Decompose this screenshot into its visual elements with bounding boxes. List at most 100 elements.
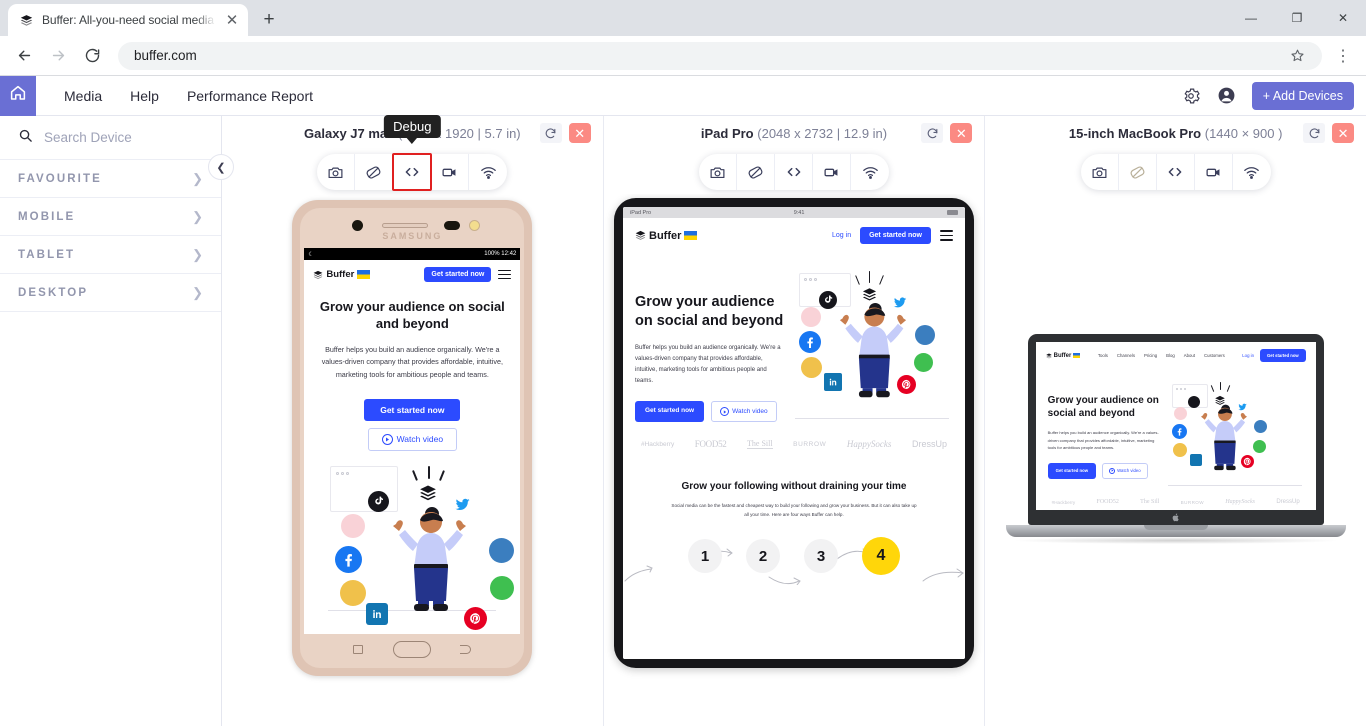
buffer-logo[interactable]: Buffer	[1046, 353, 1081, 359]
nav-link-blog[interactable]: Blog	[1166, 353, 1175, 358]
screenshot-icon[interactable]	[317, 154, 356, 190]
window-minimize-button[interactable]: —	[1228, 0, 1274, 36]
nav-link-about[interactable]: About	[1184, 353, 1195, 358]
nav-link-channels[interactable]: Channels	[1117, 353, 1135, 358]
debug-code-icon[interactable]	[775, 154, 813, 190]
nav-get-started-button[interactable]: Get started now	[860, 227, 931, 244]
search-device-row	[0, 116, 221, 160]
watch-video-label: Watch video	[732, 408, 768, 416]
sidebar-item-mobile[interactable]: MOBILE ❯	[0, 198, 221, 236]
back-button[interactable]	[8, 40, 40, 72]
sidebar-item-favourite[interactable]: FAVOURITE ❯	[0, 160, 221, 198]
buffer-logo[interactable]: Buffer	[635, 229, 698, 242]
close-device-button[interactable]: ✕	[568, 123, 591, 143]
rotate-device-button[interactable]	[921, 123, 944, 143]
debug-code-icon[interactable]	[392, 153, 433, 191]
rotate-device-button[interactable]	[1303, 123, 1326, 143]
light-sensor	[469, 220, 481, 231]
record-video-icon[interactable]	[431, 154, 470, 190]
logo-food52: FOOD52	[694, 439, 727, 449]
forward-button[interactable]	[42, 40, 74, 72]
address-bar[interactable]: buffer.com	[118, 41, 1322, 70]
menu-item-media[interactable]: Media	[50, 77, 116, 115]
ipad-status-bar: iPad Pro 9:41	[623, 207, 965, 218]
screenshot-icon[interactable]	[1081, 154, 1119, 190]
window-close-button[interactable]: ✕	[1320, 0, 1366, 36]
hero-get-started-button[interactable]: Get started now	[635, 401, 705, 423]
search-input[interactable]	[44, 130, 203, 145]
device-toolbar-galaxy	[317, 153, 508, 191]
hero-get-started-button[interactable]: Get started now	[1047, 462, 1097, 479]
nav-link-tools[interactable]: Tools	[1098, 353, 1108, 358]
login-link[interactable]: Log in	[832, 232, 851, 239]
device-name-galaxy: Galaxy J7 max	[304, 125, 395, 141]
menu-item-help[interactable]: Help	[116, 77, 173, 115]
pinterest-bubble	[464, 606, 488, 630]
sidebar-item-desktop[interactable]: DESKTOP ❯	[0, 274, 221, 312]
hero-get-started-button[interactable]: Get started now	[364, 398, 461, 421]
gear-icon[interactable]	[1180, 85, 1202, 107]
illus-card-dots	[804, 278, 817, 281]
site-nav-mobile: Buffer Get started now	[304, 260, 520, 289]
brand-text: Buffer	[649, 229, 682, 242]
login-link[interactable]: Log in	[1242, 353, 1254, 358]
app-header: Media Help Performance Report + Add Devi…	[0, 75, 1366, 116]
front-camera-icon	[352, 220, 364, 231]
add-devices-button[interactable]: + Add Devices	[1251, 81, 1354, 110]
user-icon[interactable]	[1216, 85, 1238, 107]
network-throttle-icon[interactable]	[469, 154, 507, 190]
messenger-bubble	[1253, 420, 1267, 433]
battery-icon	[946, 210, 958, 215]
step-circle-1: 1	[688, 539, 722, 574]
sidebar-collapse-button[interactable]: ❮	[208, 154, 234, 180]
status-right: 100% 12:42	[484, 251, 517, 257]
close-device-button[interactable]: ✕	[950, 123, 973, 143]
linkedin-bubble	[366, 602, 389, 625]
nav-get-started-button[interactable]: Get started now	[424, 267, 492, 282]
hamburger-menu-icon[interactable]	[940, 230, 953, 241]
tab-close-icon[interactable]: ✕	[224, 12, 240, 28]
record-video-icon[interactable]	[813, 154, 851, 190]
close-device-button[interactable]: ✕	[1332, 123, 1355, 143]
hero-watch-video-button[interactable]: Watch video	[1102, 462, 1148, 479]
new-tab-button[interactable]: +	[255, 6, 283, 34]
disable-css-icon[interactable]	[355, 154, 394, 190]
site-nav-desktop: Buffer Tools Channels Pricing Blog About	[1036, 342, 1316, 369]
whatsapp-bubble	[1252, 440, 1266, 453]
screenshot-icon[interactable]	[699, 154, 737, 190]
browser-menu-button[interactable]: ⋮	[1328, 41, 1358, 71]
macbook-lid: Buffer Tools Channels Pricing Blog About	[1027, 334, 1324, 525]
window-maximize-button[interactable]: ❐	[1274, 0, 1320, 36]
phone-top-bezel: SAMSUNG	[304, 212, 520, 248]
nav-link-customers[interactable]: Customers	[1204, 353, 1225, 358]
browser-tab-title: Buffer: All-you-need social media	[42, 13, 214, 27]
phone-brand-label: SAMSUNG	[382, 231, 443, 241]
disable-css-icon[interactable]	[737, 154, 775, 190]
device-toolbar-wrap-macbook	[985, 150, 1366, 194]
sidebar-item-tablet[interactable]: TABLET ❯	[0, 236, 221, 274]
nav-get-started-button[interactable]: Get started now	[1260, 349, 1306, 362]
menu-item-performance-report[interactable]: Performance Report	[173, 77, 327, 115]
rotate-device-button[interactable]	[539, 123, 562, 143]
hero-watch-video-button[interactable]: Watch video	[711, 401, 777, 423]
window-controls: — ❐ ✕	[1228, 0, 1366, 36]
app-main-menu: Media Help Performance Report	[50, 77, 327, 115]
buffer-favicon-icon	[19, 13, 34, 28]
phone-status-bar: ☾ 100% 12:42	[304, 248, 521, 260]
buffer-logo[interactable]: Buffer	[313, 269, 371, 280]
home-button[interactable]	[0, 75, 36, 116]
hamburger-menu-icon[interactable]	[498, 269, 512, 280]
site-content-mobile: Buffer Get started now Grow your audienc…	[304, 260, 521, 634]
network-throttle-icon[interactable]	[1233, 154, 1271, 190]
bookmark-star-icon[interactable]	[1284, 43, 1310, 69]
reload-button[interactable]	[76, 40, 108, 72]
debug-code-icon[interactable]	[1157, 154, 1195, 190]
site-nav-tablet: Buffer Log in Get started now	[623, 218, 965, 253]
network-throttle-icon[interactable]	[851, 154, 889, 190]
record-video-icon[interactable]	[1195, 154, 1233, 190]
browser-tab[interactable]: Buffer: All-you-need social media ✕	[8, 4, 248, 36]
disable-css-icon[interactable]	[1119, 154, 1157, 190]
hero-watch-video-button[interactable]: Watch video	[367, 427, 458, 451]
client-logos-row: #Hackberry FOOD52 The Sill BURROW HappyS…	[623, 429, 965, 449]
nav-link-pricing[interactable]: Pricing	[1144, 353, 1157, 358]
